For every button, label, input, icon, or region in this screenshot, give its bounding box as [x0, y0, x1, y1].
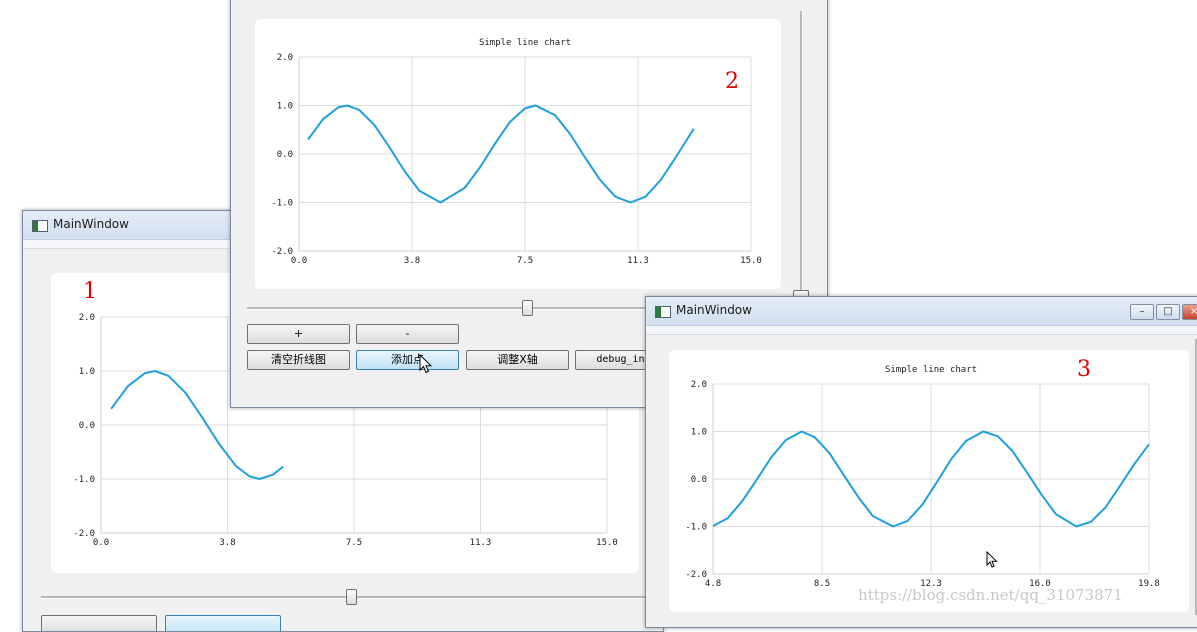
add-point-button[interactable]: 添加点: [356, 350, 459, 370]
window-title: MainWindow: [53, 217, 129, 231]
maximize-button[interactable]: □: [1156, 304, 1180, 320]
x-tick-label: 15.0: [740, 256, 762, 266]
x-tick-label: 7.5: [346, 538, 362, 548]
x-tick-label: 11.3: [470, 538, 492, 548]
minus-button[interactable]: -: [356, 324, 459, 344]
adjust-x-axis-button[interactable]: 调整X轴: [466, 350, 569, 370]
close-button[interactable]: ×: [1182, 304, 1197, 320]
window-title: MainWindow: [676, 303, 752, 317]
x-tick-label: 4.8: [705, 579, 721, 589]
plus-button[interactable]: +: [247, 324, 350, 344]
x-tick-label: 3.8: [404, 256, 420, 266]
x-tick-label: 3.8: [219, 538, 235, 548]
y-tick-label: 0.0: [691, 475, 707, 485]
annotation-number: 1: [83, 279, 97, 304]
y-tick-label: 1.0: [277, 102, 293, 112]
y-tick-label: -1.0: [73, 475, 95, 485]
line-chart: 0.0 3.8 7.5 11.3 15.0 2.0 1.0 0.0 -1.0 -2.0 Simple…: [271, 38, 762, 266]
chart-title: Simple line chart: [479, 38, 571, 48]
minimize-button[interactable]: –: [1130, 304, 1154, 320]
y-tick-label: -2.0: [73, 529, 95, 539]
y-tick-label: -2.0: [271, 247, 293, 257]
y-tick-label: 2.0: [277, 53, 293, 63]
horizontal-slider-handle[interactable]: [522, 300, 533, 316]
partial-button-1[interactable]: [41, 615, 157, 631]
y-tick-label: -1.0: [685, 523, 707, 533]
y-tick-label: 2.0: [691, 380, 707, 390]
y-tick-label: 1.0: [691, 428, 707, 438]
x-tick-label: 19.8: [1138, 579, 1160, 589]
x-tick-label: 0.0: [93, 538, 109, 548]
y-tick-label: -2.0: [685, 570, 707, 580]
mouse-cursor-icon: [986, 551, 998, 568]
x-tick-label: 8.5: [814, 579, 830, 589]
line-chart: 4.8 8.5 12.3 16.0 19.82.01.00.0-1.0-2.0Simpl…: [685, 365, 1160, 589]
menu-bar: [646, 326, 1197, 335]
title-bar[interactable]: MainWindow – □ ×: [646, 297, 1197, 326]
annotation-number: 3: [1077, 357, 1091, 382]
app-window-icon: [32, 220, 48, 232]
clear-chart-button[interactable]: 清空折线图: [247, 350, 350, 370]
y-tick-label: 2.0: [79, 313, 95, 323]
partial-button-2[interactable]: [165, 615, 281, 631]
annotation-number: 2: [725, 69, 739, 94]
main-window-3: MainWindow – □ × 4.88.512.316.019.82.01.…: [645, 296, 1197, 628]
mouse-cursor-icon: [419, 354, 433, 374]
x-tick-label: 7.5: [517, 256, 533, 266]
chart-view: 0.0 3.8 7.5 11.3 15.0 2.0 1.0 0.0 -1.0 -2.0 Simple…: [255, 19, 781, 289]
y-tick-label: -1.0: [271, 199, 293, 209]
y-tick-label: 0.0: [277, 150, 293, 160]
y-tick-label: 1.0: [79, 367, 95, 377]
watermark-text: https://blog.csdn.net/qq_31073871: [858, 586, 1123, 604]
x-tick-label: 11.3: [627, 256, 649, 266]
chart-view: 4.8 8.5 12.3 16.0 19.8 2.0 1.0 0.0 -1.0 -2.0 Simpl…: [669, 350, 1189, 612]
chart-title: Simple line chart: [885, 365, 977, 375]
y-tick-label: 0.0: [79, 421, 95, 431]
app-window-icon: [655, 306, 671, 318]
x-tick-label: 0.0: [291, 256, 307, 266]
central-widget: 4.8 8.5 12.3 16.0 19.8 2.0 1.0 0.0 -1.0 -2.0 Simpl…: [646, 335, 1197, 627]
vertical-slider-track[interactable]: [800, 11, 803, 295]
horizontal-slider-handle[interactable]: [346, 589, 357, 605]
x-tick-label: 15.0: [596, 538, 618, 548]
